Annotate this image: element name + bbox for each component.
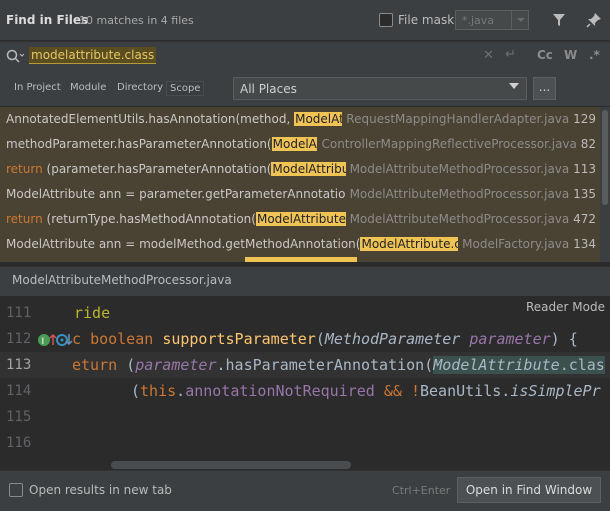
- result-prefix: ModelAttribute ann = parameter.getParame…: [6, 187, 358, 201]
- result-line-number: 135: [573, 187, 596, 201]
- clear-icon[interactable]: ✕: [483, 48, 494, 63]
- dialog-title: Find in Files: [6, 13, 89, 27]
- result-prefix: methodParameter.hasParameterAnnotation(: [6, 137, 272, 151]
- code-line-114: (this.annotationNotRequired && !BeanUtil…: [131, 382, 601, 400]
- open-in-new-tab-checkbox[interactable]: [9, 483, 23, 497]
- chevron-down-icon: [517, 18, 525, 22]
- open-in-find-window-button[interactable]: Open in Find Window: [457, 477, 601, 503]
- line-number: 115: [6, 409, 32, 425]
- result-row-partial[interactable]: ModelAttribute ann = modelMethod.get: [0, 257, 600, 262]
- file-mask-dropdown[interactable]: [511, 10, 530, 30]
- result-file-name: ControllerMappingReflectiveProcessor.jav…: [321, 137, 577, 151]
- code-line-111: ride: [74, 304, 111, 322]
- tab-in-project[interactable]: In Project: [14, 82, 61, 93]
- result-line-number: 82: [580, 137, 596, 151]
- result-row[interactable]: ModelAttribute ann = parameter.getParame…: [0, 182, 600, 206]
- file-mask-checkbox[interactable]: [379, 13, 393, 27]
- result-prefix: (returnType.hasMethodAnnotation(: [42, 212, 256, 226]
- result-keyword: return: [6, 212, 43, 226]
- result-file-name: ModelFactory.java: [462, 237, 570, 251]
- result-file: ModelAttributeMethodProcessor.java 135: [345, 182, 596, 206]
- result-file: ModelFactory.java 134: [458, 232, 596, 256]
- tab-scope[interactable]: Scope: [166, 81, 205, 96]
- result-file: ControllerMappingReflectiveProcessor.jav…: [317, 132, 596, 156]
- browse-scope-button[interactable]: ...: [533, 77, 556, 100]
- result-file-name: RequestMappingHandlerAdapter.java: [346, 112, 570, 126]
- line-number: 114: [6, 383, 32, 399]
- search-icon[interactable]: [6, 49, 25, 66]
- filter-icon[interactable]: [551, 12, 567, 31]
- result-match: [244, 257, 357, 262]
- result-prefix: AnnotatedElementUtils.hasAnnotation(meth…: [6, 112, 295, 126]
- result-keyword: return: [6, 162, 43, 176]
- shortcut-hint: Ctrl+Enter: [392, 484, 451, 497]
- result-row[interactable]: AnnotatedElementUtils.hasAnnotation(meth…: [0, 107, 600, 131]
- result-text: ModelAttribute ann = modelMethod.get: [6, 257, 357, 262]
- result-line-number: 113: [573, 162, 596, 176]
- result-file: ModelAttributeMethodProcessor.java 472: [345, 207, 596, 231]
- line-number: 112: [6, 331, 32, 347]
- result-file-name: ModelAttributeMethodProcessor.java: [349, 212, 570, 226]
- result-file-name: ModelAttributeMethodProcessor.java: [349, 187, 570, 201]
- code-line-113: eturn (parameter.hasParameterAnnotation(…: [72, 356, 605, 374]
- result-line-number: 134: [573, 237, 596, 251]
- result-prefix: (parameter.hasParameterAnnotation(: [42, 162, 272, 176]
- match-count: 10 matches in 4 files: [79, 14, 194, 27]
- preview-file-name: ModelAttributeMethodProcessor.java: [12, 273, 232, 287]
- words-toggle[interactable]: W: [564, 48, 577, 62]
- open-in-new-tab-label[interactable]: Open results in new tab: [29, 483, 172, 497]
- chevron-down-icon: [509, 83, 519, 89]
- results-scrollbar-thumb[interactable]: [602, 110, 608, 205]
- result-file-name: ModelAttributeMethodProcessor.java: [349, 162, 570, 176]
- tab-directory[interactable]: Directory: [117, 82, 163, 93]
- reader-mode-button[interactable]: Reader Mode: [526, 300, 605, 314]
- new-line-icon[interactable]: ↵: [505, 47, 516, 62]
- line-number: 116: [6, 435, 32, 451]
- tab-module[interactable]: Module: [70, 82, 106, 93]
- result-text: ModelAttribute ann = modelMethod.getMeth…: [6, 232, 494, 256]
- code-line-112: c boolean supportsParameter(MethodParame…: [72, 330, 578, 348]
- search-input[interactable]: modelattribute.class: [29, 47, 157, 64]
- results-list: AnnotatedElementUtils.hasAnnotation(meth…: [0, 107, 600, 262]
- result-line-number: 129: [573, 112, 596, 126]
- result-text: return (returnType.hasMethodAnnotation(M…: [6, 207, 397, 231]
- pin-icon[interactable]: [586, 12, 602, 31]
- file-mask-label: File mask:: [398, 13, 459, 27]
- result-file: RequestMappingHandlerAdapter.java 129: [342, 107, 596, 131]
- result-row[interactable]: return (returnType.hasMethodAnnotation( M…: [0, 207, 600, 231]
- svg-text:I: I: [42, 337, 45, 347]
- result-line-number: 472: [573, 212, 596, 226]
- result-prefix: ModelAttribute ann = modelMethod.getMeth…: [6, 237, 361, 251]
- scope-select[interactable]: All Places: [233, 77, 527, 100]
- result-row[interactable]: ModelAttribute ann = modelMethod.getMeth…: [0, 232, 600, 256]
- line-number: 113: [6, 357, 32, 373]
- result-row[interactable]: methodParameter.hasParameterAnnotation(M…: [0, 132, 600, 156]
- line-number: 111: [6, 305, 32, 321]
- editor-horizontal-scrollbar[interactable]: [111, 461, 351, 469]
- regex-toggle[interactable]: .*: [589, 48, 600, 62]
- result-row[interactable]: return (parameter.hasParameterAnnotation…: [0, 157, 600, 181]
- match-case-toggle[interactable]: Cc: [537, 48, 553, 62]
- result-file: ModelAttributeMethodProcessor.java 113: [345, 157, 596, 181]
